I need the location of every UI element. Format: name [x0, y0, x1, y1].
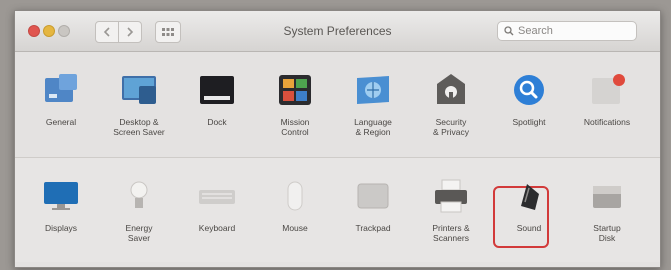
- pane-label: Notifications: [583, 117, 631, 127]
- pane-label: Desktop & Screen Saver: [113, 117, 165, 137]
- pane-trackpad[interactable]: Trackpad: [335, 158, 411, 254]
- mission-control-icon: [275, 70, 315, 110]
- pane-label: General: [45, 117, 77, 127]
- spotlight-icon: [509, 70, 549, 110]
- search-icon: [504, 26, 514, 36]
- pane-label: Trackpad: [355, 223, 391, 233]
- pane-general[interactable]: General: [23, 52, 99, 148]
- pane-label: Dock: [207, 117, 227, 127]
- notifications-icon: [587, 70, 627, 110]
- system-preferences-window: System Preferences General: [14, 10, 661, 268]
- pane-label: Security & Privacy: [433, 117, 469, 137]
- search-input[interactable]: [518, 25, 628, 37]
- pane-startup-disk[interactable]: Startup Disk: [569, 158, 645, 254]
- printers-scanners-icon: [431, 176, 471, 216]
- pane-sound[interactable]: Sound: [491, 158, 567, 254]
- startup-disk-icon: [587, 176, 627, 216]
- security-privacy-icon: [431, 70, 471, 110]
- pane-label: Keyboard: [198, 223, 236, 233]
- pane-security-privacy[interactable]: Security & Privacy: [413, 52, 489, 148]
- trackpad-icon: [353, 176, 393, 216]
- pane-mission-control[interactable]: Mission Control: [257, 52, 333, 148]
- desktop-screensaver-icon: [119, 70, 159, 110]
- pane-mouse[interactable]: Mouse: [257, 158, 333, 254]
- general-icon: [41, 70, 81, 110]
- pane-energy-saver[interactable]: Energy Saver: [101, 158, 177, 254]
- pane-label: Displays: [44, 223, 78, 233]
- pane-label: Startup Disk: [593, 223, 621, 243]
- pane-spotlight[interactable]: Spotlight: [491, 52, 567, 148]
- pane-label: Spotlight: [512, 117, 546, 127]
- pane-displays[interactable]: Displays: [23, 158, 99, 254]
- pane-label: Mission Control: [280, 117, 310, 137]
- mouse-icon: [275, 176, 315, 216]
- dock-icon: [197, 70, 237, 110]
- pane-label: Mouse: [282, 223, 308, 233]
- pane-desktop-screen-saver[interactable]: Desktop & Screen Saver: [101, 52, 177, 148]
- pane-label: Language & Region: [354, 117, 392, 137]
- pane-label: Printers & Scanners: [432, 223, 470, 243]
- keyboard-icon: [197, 176, 237, 216]
- preferences-row-1: General Desktop & Screen Saver Dock Miss…: [15, 52, 660, 156]
- pane-notifications[interactable]: Notifications: [569, 52, 645, 148]
- sound-icon: [509, 176, 549, 216]
- energy-saver-icon: [119, 176, 159, 216]
- displays-icon: [41, 176, 81, 216]
- search-field[interactable]: [497, 21, 637, 41]
- pane-printers-scanners[interactable]: Printers & Scanners: [413, 158, 489, 254]
- language-region-icon: [353, 70, 393, 110]
- pane-keyboard[interactable]: Keyboard: [179, 158, 255, 254]
- pane-label: Energy Saver: [125, 223, 153, 243]
- pane-language-region[interactable]: Language & Region: [335, 52, 411, 148]
- pane-label: Sound: [516, 223, 542, 233]
- title-bar: System Preferences: [15, 11, 660, 52]
- pane-dock[interactable]: Dock: [179, 52, 255, 148]
- preferences-row-2: Displays Energy Saver Keyboard Mouse Tra…: [15, 157, 660, 262]
